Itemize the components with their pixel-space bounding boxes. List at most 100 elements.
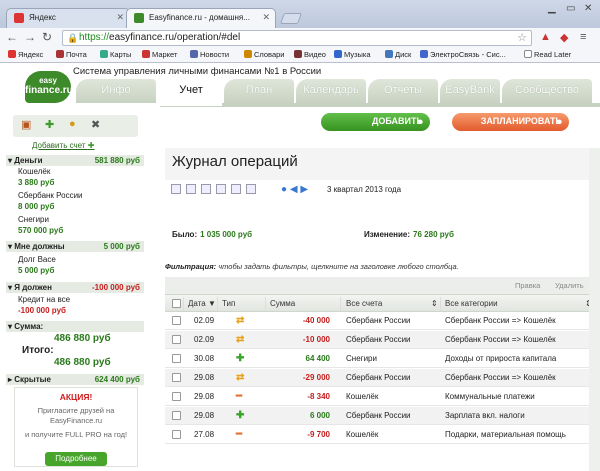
account-name[interactable]: Кредит на все (18, 295, 70, 304)
next-period-icon[interactable]: ▶ (300, 184, 308, 195)
nav-divider (160, 103, 600, 107)
bookmark-maps[interactable]: Карты (100, 50, 131, 59)
calendar-month-icon[interactable] (201, 184, 211, 194)
close-window-icon[interactable]: ✕ (584, 3, 592, 14)
new-tab-button[interactable] (279, 13, 303, 24)
column-categories[interactable]: Все категории⇕ (445, 299, 592, 308)
table-row[interactable]: 29.08 ━ -8 340 Кошелёк Коммунальные платежи (165, 388, 600, 406)
table-row[interactable]: 02.09 ⇄ -40 000 Сбербанк России Сбербанк Рос… (165, 312, 600, 330)
calendar-year-icon[interactable] (231, 184, 241, 194)
column-accounts[interactable]: Все счета ⇕ (346, 299, 438, 308)
bookmark-read-later[interactable]: Read Later (524, 50, 571, 59)
promo-box: АКЦИЯ! Пригласите друзей на EasyFinance.… (14, 387, 138, 467)
transfer-icon: ⇄ (236, 372, 245, 383)
table-row[interactable]: 29.08 ⇄ -29 000 Сбербанк России Сбербанк Рос… (165, 369, 600, 387)
address-bar[interactable]: 🔒 https://easyfinance.ru/operation/#del … (62, 30, 532, 46)
table-row[interactable]: 29.08 ✚ 6 000 Сбербанк России Зарплата вкл. … (165, 407, 600, 425)
tab-reports[interactable]: Отчеты (368, 79, 438, 103)
row-checkbox[interactable] (172, 430, 181, 439)
account-name[interactable]: Долг Васе (18, 255, 56, 264)
bookmark-mail[interactable]: Почта (56, 50, 87, 59)
bookmark-icon (100, 50, 108, 58)
page-scrollbar[interactable] (589, 148, 600, 471)
column-amount[interactable]: Сумма (270, 299, 295, 308)
promo-text: Пригласите друзей на EasyFinance.ru (37, 406, 115, 425)
tab-accounting[interactable]: Учет (160, 79, 222, 106)
table-row[interactable]: 02.09 ⇄ -10 000 Сбербанк России Сбербанк Рос… (165, 331, 600, 349)
edit-link[interactable]: Правка (515, 281, 540, 290)
calendar-custom-icon[interactable] (246, 184, 256, 194)
collapse-icon: ▾ (8, 156, 13, 165)
account-name[interactable]: Сбербанк России (18, 191, 83, 200)
coins-icon[interactable]: ● (69, 118, 76, 130)
calendar-quarter-icon[interactable] (216, 184, 226, 194)
schedule-operation-button[interactable]: ЗАПЛАНИРОВАТЬ ● (452, 113, 569, 131)
site-logo[interactable]: easy finance.ru (25, 71, 73, 103)
wallet-icon[interactable]: ▣ (21, 118, 31, 131)
bookmark-yandex[interactable]: Яндекс (8, 50, 43, 59)
row-category: Сбербанк России => Кошелёк (445, 316, 556, 325)
table-row[interactable]: 27.08 ━ -9 700 Кошелёк Подарки, материальная… (165, 426, 600, 444)
bookmark-electrosvyaz[interactable]: ЭлектроСвязь - Сис... (420, 50, 506, 59)
row-checkbox[interactable] (172, 373, 181, 382)
back-icon[interactable]: ← (6, 30, 18, 44)
column-type[interactable]: Тип (222, 299, 235, 308)
tab-easybank[interactable]: EasyBank (440, 79, 500, 103)
close-tab-icon[interactable]: ✕ (116, 12, 124, 23)
calendar-week-icon[interactable] (186, 184, 196, 194)
bookmark-music[interactable]: Музыка (334, 50, 371, 59)
tab-easyfinance[interactable]: Easyfinance.ru - домашня... ✕ (126, 8, 276, 28)
table-row[interactable]: 30.08 ✚ 64 400 Снегири Доходы от прироста ка… (165, 350, 600, 368)
tab-info[interactable]: Инфо (76, 79, 156, 103)
row-checkbox[interactable] (172, 335, 181, 344)
reload-icon[interactable]: ↻ (42, 30, 52, 44)
dropdown-icon: ⇕ (431, 299, 438, 308)
minimize-icon[interactable]: ▁ (548, 3, 556, 14)
account-balance: 5 000 руб (18, 266, 55, 275)
section-owed-to-me[interactable]: ▾ Мне должны 5 000 руб (6, 241, 144, 252)
section-hidden[interactable]: ▸ Скрытые 624 400 руб (6, 374, 144, 385)
tab-plan[interactable]: План (224, 79, 294, 103)
tab-calendar[interactable]: Календарь (296, 79, 366, 103)
maximize-icon[interactable]: ▭ (566, 3, 575, 14)
account-name[interactable]: Кошелёк (18, 167, 50, 176)
sidebar-toolbar: ▣ ✚ ● ✖ (13, 115, 138, 137)
account-balance: -100 000 руб (18, 306, 66, 315)
bookmark-disk[interactable]: Диск (385, 50, 411, 59)
select-all-checkbox[interactable] (172, 299, 181, 308)
bookmark-star-icon[interactable]: ☆ (517, 31, 527, 44)
pocket-icon[interactable]: ◆ (560, 31, 568, 44)
bookmark-video[interactable]: Видео (294, 50, 326, 59)
row-checkbox[interactable] (172, 411, 181, 420)
row-checkbox[interactable] (172, 354, 181, 363)
tab-community[interactable]: Сообщество (502, 79, 592, 103)
row-checkbox[interactable] (172, 392, 181, 401)
row-account: Кошелёк (346, 392, 379, 401)
balance-change: Изменение: 76 280 руб (364, 230, 454, 239)
section-i-owe[interactable]: ▾ Я должен -100 000 руб (6, 282, 144, 293)
menu-icon[interactable]: ≡ (580, 31, 586, 43)
delete-link[interactable]: Удалить (555, 281, 584, 290)
forward-icon[interactable]: → (24, 30, 36, 44)
bookmark-news[interactable]: Новости (190, 50, 229, 59)
bookmark-dictionary[interactable]: Словари (244, 50, 284, 59)
tab-yandex[interactable]: Яндекс ✕ (6, 8, 130, 28)
settings-icon[interactable]: ✖ (91, 118, 100, 131)
row-account: Сбербанк России (346, 316, 411, 325)
section-money[interactable]: ▾ Деньги 581 880 руб (6, 155, 144, 166)
extension-icon[interactable]: ▲ (540, 31, 551, 43)
prev-period-icon[interactable]: ◀ (290, 184, 298, 195)
column-date[interactable]: Дата ▼ (188, 299, 216, 308)
current-period-icon[interactable]: ● (281, 184, 287, 195)
plus-icon[interactable]: ✚ (45, 118, 54, 131)
close-tab-icon[interactable]: ✕ (262, 12, 270, 23)
add-operation-button[interactable]: ДОБАВИТЬ ● (321, 113, 430, 131)
section-sum[interactable]: ▾ Сумма: (6, 321, 144, 332)
row-checkbox[interactable] (172, 316, 181, 325)
calendar-day-icon[interactable] (171, 184, 181, 194)
bookmark-market[interactable]: Маркет (142, 50, 177, 59)
promo-details-button[interactable]: Подробнее (45, 452, 107, 466)
add-account-link[interactable]: Добавить счет ✚ (32, 141, 94, 150)
account-balance: 8 000 руб (18, 202, 55, 211)
account-name[interactable]: Снегири (18, 215, 49, 224)
